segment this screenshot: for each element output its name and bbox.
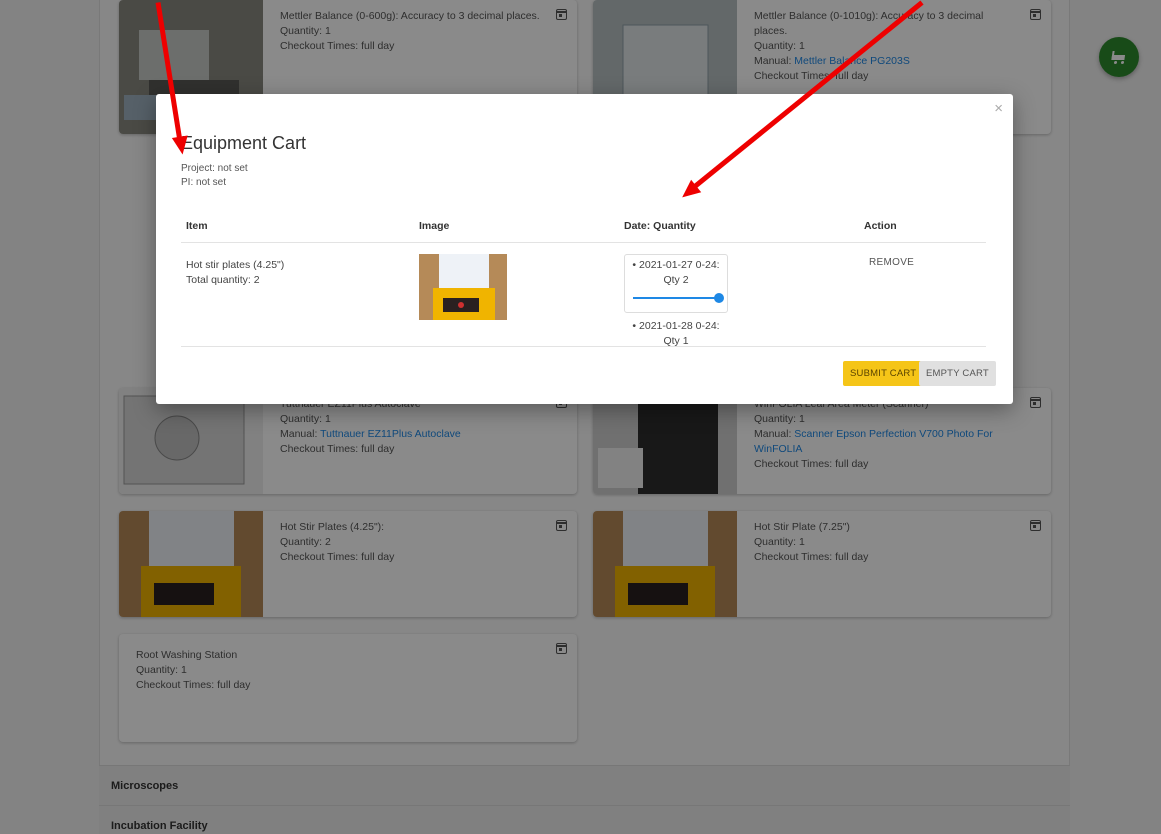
- remove-button[interactable]: REMOVE: [869, 257, 914, 268]
- slider-handle[interactable]: [714, 293, 724, 303]
- equipment-cart-dialog: × Equipment Cart Project: not set PI: no…: [156, 94, 1013, 404]
- cart-item-image: [419, 254, 507, 320]
- cart-item-name: Hot stir plates (4.25"): [186, 259, 285, 271]
- booking-date: • 2021-01-27 0-24:: [632, 259, 720, 271]
- date-quantity-list: • 2021-01-27 0-24: Qty 2 • 2021-01-28 0-…: [624, 254, 728, 349]
- cart-item-total: Total quantity: 2: [186, 274, 260, 286]
- date-quantity-entry: • 2021-01-27 0-24: Qty 2: [624, 254, 728, 313]
- booking-date: • 2021-01-28 0-24:: [632, 320, 720, 332]
- empty-cart-button[interactable]: EMPTY CART: [919, 361, 996, 386]
- slider-fill: [633, 297, 719, 299]
- cart-item-info: Hot stir plates (4.25") Total quantity: …: [186, 258, 284, 288]
- project-label: Project: not set: [181, 163, 248, 174]
- cart-table-header: Item Image Date: Quantity Action: [181, 220, 986, 243]
- column-item: Item: [186, 220, 208, 232]
- close-icon[interactable]: ×: [994, 100, 1003, 117]
- column-date-quantity: Date: Quantity: [624, 220, 696, 232]
- dialog-title: Equipment Cart: [181, 133, 307, 153]
- cart-meta: Project: not set PI: not set: [181, 162, 248, 190]
- booking-qty: Qty 1: [663, 335, 689, 347]
- quantity-slider[interactable]: [627, 290, 725, 306]
- column-image: Image: [419, 220, 450, 232]
- submit-cart-button[interactable]: SUBMIT CART: [843, 361, 924, 386]
- table-row: Hot stir plates (4.25") Total quantity: …: [181, 244, 986, 347]
- column-action: Action: [864, 220, 897, 232]
- booking-qty: Qty 2: [663, 274, 689, 286]
- date-quantity-entry: • 2021-01-28 0-24: Qty 1: [624, 319, 728, 349]
- pi-label: PI: not set: [181, 177, 227, 188]
